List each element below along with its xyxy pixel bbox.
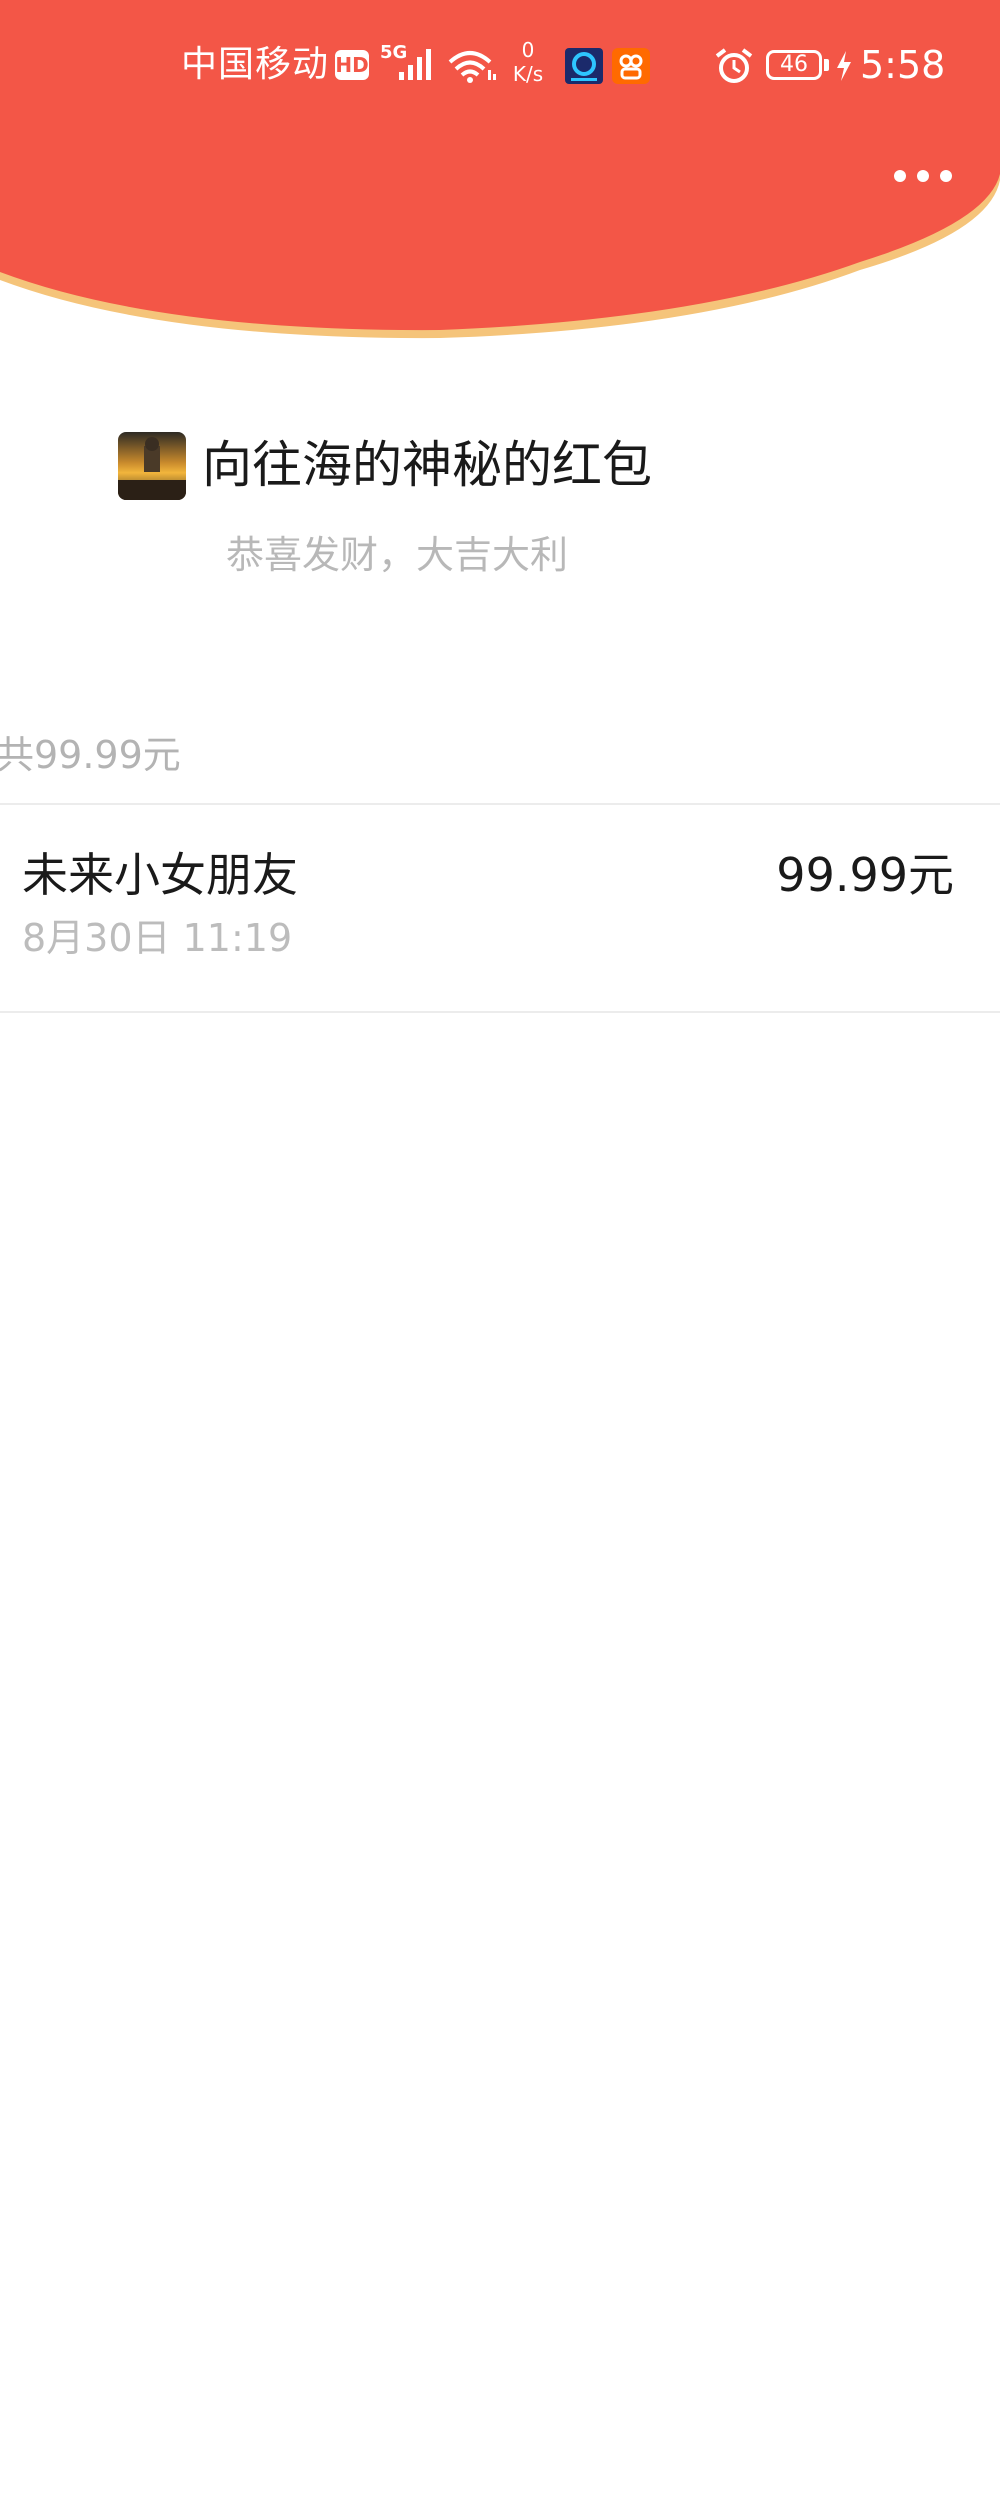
avatar[interactable] bbox=[118, 432, 186, 500]
network-speed-value: 0 bbox=[521, 38, 535, 62]
divider bbox=[0, 1011, 1000, 1013]
battery-tip-icon bbox=[824, 59, 829, 71]
hd-icon: HD bbox=[335, 50, 369, 80]
total-amount-summary: 共99.99元 bbox=[0, 733, 181, 777]
status-bar: 中国移动 HD 5G 0 K/s 46 5:58 bbox=[0, 0, 1000, 130]
red-packet-title: 向往海的神秘的红包 bbox=[202, 436, 652, 494]
recipient-name: 未来小女朋友 bbox=[22, 848, 298, 902]
signal-strength-icon bbox=[399, 49, 431, 80]
record-amount: 99.99元 bbox=[776, 848, 954, 902]
list-item[interactable]: 未来小女朋友 8月30日 11:19 99.99元 bbox=[0, 805, 1000, 1013]
app-notification-icon bbox=[565, 48, 603, 84]
battery-icon: 46 bbox=[766, 50, 822, 80]
wifi-icon bbox=[448, 51, 496, 83]
status-time: 5:58 bbox=[860, 43, 946, 87]
blessing-message: 恭喜发财，大吉大利 bbox=[226, 533, 569, 577]
record-time: 8月30日 11:19 bbox=[22, 916, 293, 960]
carrier-label: 中国移动 bbox=[181, 44, 330, 85]
network-speed: 0 K/s bbox=[506, 38, 550, 86]
alarm-clock-icon bbox=[715, 48, 753, 83]
app-notification-icon-secondary bbox=[612, 48, 650, 84]
network-speed-unit: K/s bbox=[512, 62, 544, 86]
more-options-button[interactable] bbox=[890, 156, 956, 196]
charging-bolt-icon bbox=[837, 51, 851, 81]
